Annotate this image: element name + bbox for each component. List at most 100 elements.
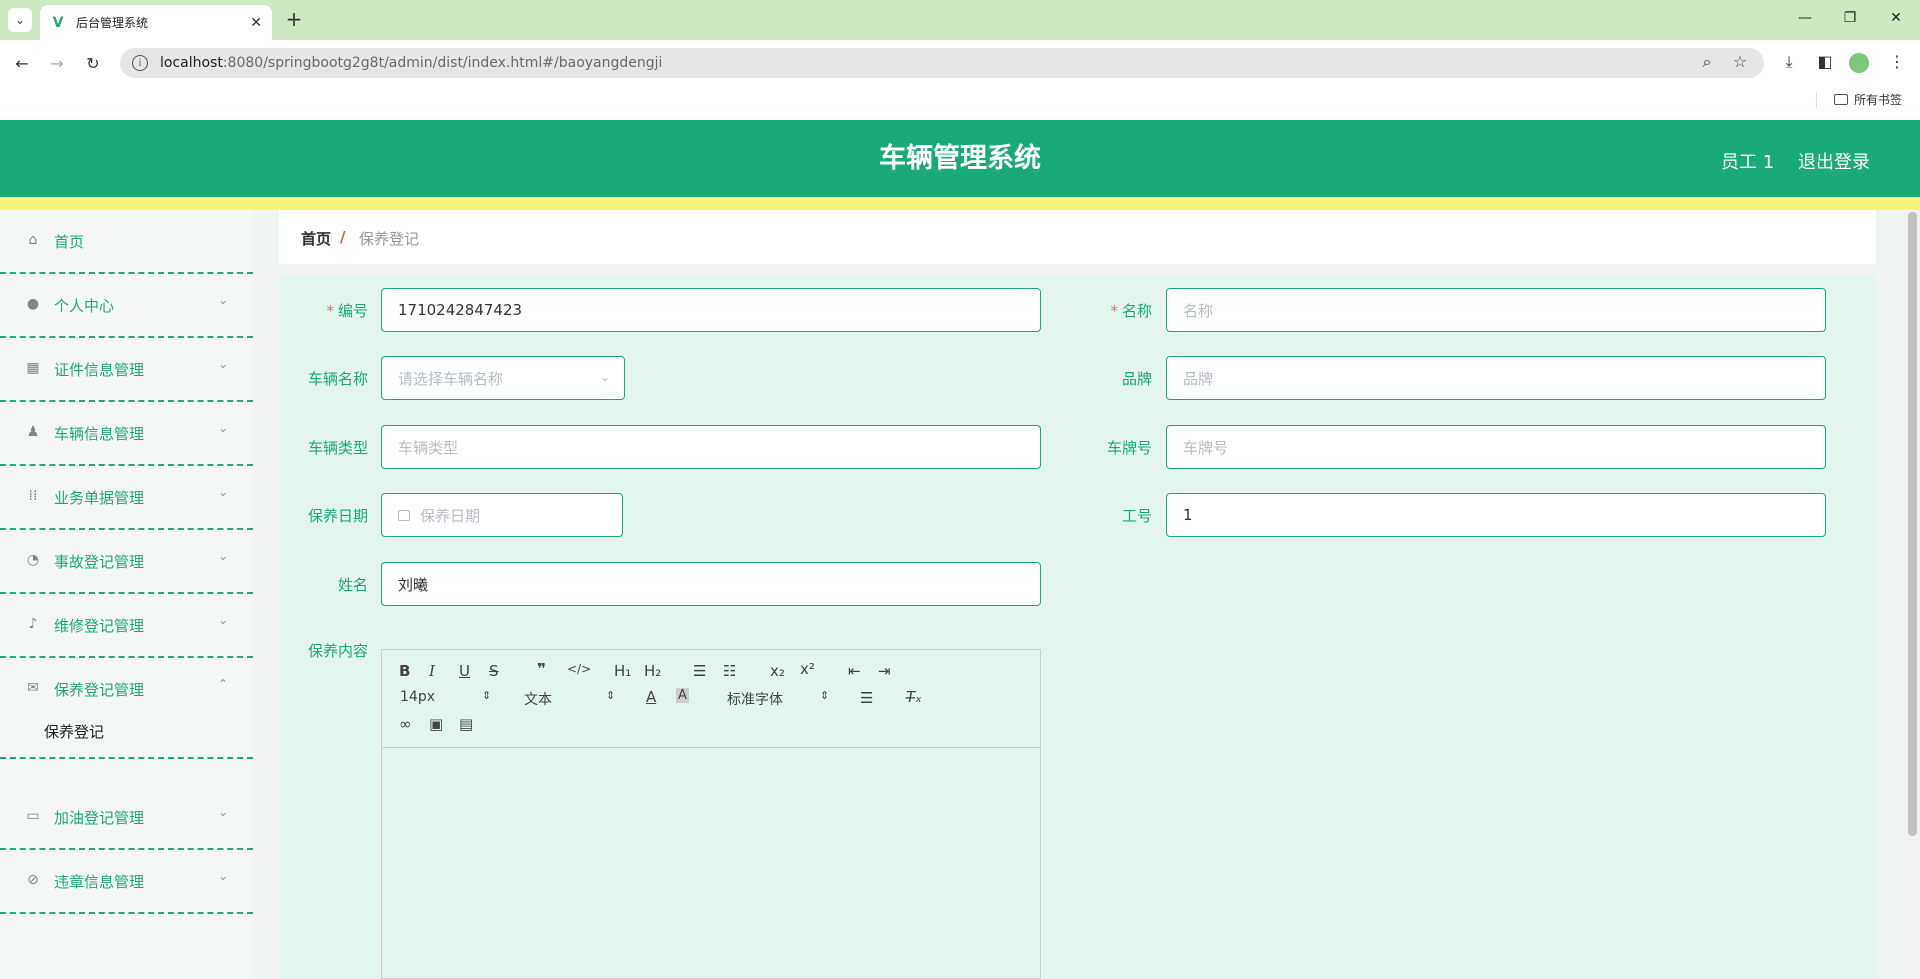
font-family-select[interactable]: 标准字体 xyxy=(727,689,783,709)
outdent-icon[interactable]: ⇤ xyxy=(848,662,861,680)
reload-button[interactable]: ↻ xyxy=(81,52,105,76)
tab-search-button[interactable]: ⌄ xyxy=(8,8,32,32)
chevron-down-icon: ⌄ xyxy=(218,485,229,499)
app-title: 车辆管理系统 xyxy=(879,143,1041,174)
sidebar-item-repairs[interactable]: ♪ 维修登记管理 ⌄ xyxy=(0,594,253,658)
chat-icon: ▭ xyxy=(26,808,40,824)
sidebar-item-maintenance[interactable]: ✉ 保养登记管理 ⌃ xyxy=(0,658,253,722)
close-window-button[interactable]: ✕ xyxy=(1886,10,1906,26)
mic-icon: ♪ xyxy=(28,616,38,632)
restore-button[interactable]: ❐ xyxy=(1840,10,1860,26)
bold-icon[interactable]: B xyxy=(399,662,410,680)
compass-icon: ⊘ xyxy=(27,872,39,888)
sidebar-item-label: 个人中心 xyxy=(54,297,115,315)
vue-logo-icon: V xyxy=(52,14,64,31)
vehicle-name-select[interactable]: 请选择车辆名称 ⌄ xyxy=(381,356,625,400)
select-arrows-icon: ⇕ xyxy=(606,689,616,702)
employee-name-input[interactable]: 刘曦 xyxy=(381,562,1041,606)
clear-format-icon[interactable]: T̶ₓ xyxy=(906,688,922,706)
strike-icon[interactable]: S xyxy=(489,662,499,680)
chevron-down-icon: ⌄ xyxy=(14,13,26,27)
info-icon[interactable]: i xyxy=(132,55,148,71)
star-icon[interactable]: ☆ xyxy=(1729,52,1751,71)
editor-toolbar: B I U S ❞ </> H₁ H₂ ☰ ☷ x₂ x² ⇤ ⇥ 14px ⇕… xyxy=(382,650,1040,748)
address-bar[interactable]: i localhost:8080/springbootg2g8t/admin/d… xyxy=(120,48,1764,78)
bullet-list-icon[interactable]: ☷ xyxy=(723,662,736,680)
logout-button[interactable]: 退出登录 xyxy=(1798,148,1870,174)
sidebar-item-label: 加油登记管理 xyxy=(54,809,145,827)
sidebar-item-home[interactable]: ⌂ 首页 xyxy=(0,210,253,274)
minimize-button[interactable]: — xyxy=(1795,10,1815,26)
forward-button[interactable]: → xyxy=(45,52,69,76)
vehicle-type-input[interactable]: 车辆类型 xyxy=(381,425,1041,469)
ordered-list-icon[interactable]: ☰ xyxy=(693,662,706,680)
image-icon[interactable]: ▣ xyxy=(429,715,443,733)
person-icon: ♟ xyxy=(26,424,40,440)
home-icon: ⌂ xyxy=(28,232,38,248)
name-input[interactable]: 名称 xyxy=(1166,288,1826,332)
underline-icon[interactable]: U xyxy=(459,662,470,680)
chevron-down-icon: ⌄ xyxy=(218,869,229,883)
chevron-down-icon: ⌄ xyxy=(218,421,229,435)
zoom-icon[interactable]: ⌕ xyxy=(1696,52,1718,72)
minimize-icon: — xyxy=(1798,10,1812,26)
heading-select[interactable]: 文本 xyxy=(524,689,552,709)
sidebar-item-accidents[interactable]: ◔ 事故登记管理 ⌄ xyxy=(0,530,253,594)
breadcrumb xyxy=(279,210,1876,264)
brand-label: 品牌 xyxy=(1121,370,1152,388)
current-user: 员工 1 xyxy=(1721,152,1775,173)
indent-icon[interactable]: ⇥ xyxy=(878,662,891,680)
superscript-icon[interactable]: x² xyxy=(800,660,815,678)
rich-text-editor: B I U S ❞ </> H₁ H₂ ☰ ☷ x₂ x² ⇤ ⇥ 14px ⇕… xyxy=(381,649,1041,979)
chevron-down-icon: ⌄ xyxy=(218,357,229,371)
header2-icon[interactable]: H₂ xyxy=(644,662,661,680)
italic-icon[interactable]: I xyxy=(429,662,435,680)
number-input[interactable]: 1710242847423 xyxy=(381,288,1041,332)
select-arrows-icon: ⇕ xyxy=(482,689,492,702)
plate-input[interactable]: 车牌号 xyxy=(1166,425,1826,469)
sidebar-item-certificates[interactable]: ▦ 证件信息管理 ⌄ xyxy=(0,338,253,402)
back-button[interactable]: ← xyxy=(10,52,34,76)
sidebar-item-vehicles[interactable]: ♟ 车辆信息管理 ⌄ xyxy=(0,402,253,466)
font-size-select[interactable]: 14px xyxy=(400,689,435,705)
sidepanel-icon[interactable]: ◧ xyxy=(1814,52,1836,71)
brand-input[interactable]: 品牌 xyxy=(1166,356,1826,400)
text-color-icon[interactable]: A xyxy=(646,688,656,706)
blockquote-icon[interactable]: ❞ xyxy=(537,660,546,678)
code-block-icon[interactable]: </> xyxy=(567,662,591,676)
browser-tab[interactable]: V 后台管理系统 ✕ xyxy=(40,5,272,40)
subscript-icon[interactable]: x₂ xyxy=(770,662,785,680)
page-scrollbar-thumb[interactable] xyxy=(1908,212,1917,836)
employee-id-input[interactable]: 1 xyxy=(1166,493,1826,537)
video-icon[interactable]: ▤ xyxy=(459,715,473,733)
sidebar-item-label: 事故登记管理 xyxy=(54,553,145,571)
maintenance-content-label: 保养内容 xyxy=(307,642,368,660)
sidebar-item-label: 保养登记管理 xyxy=(54,681,145,699)
plate-label: 车牌号 xyxy=(1106,439,1152,457)
profile-avatar[interactable] xyxy=(1849,53,1869,73)
maintenance-date-picker[interactable]: 保养日期 xyxy=(381,493,623,537)
new-tab-button[interactable]: + xyxy=(282,8,306,32)
background-color-icon[interactable]: A xyxy=(676,688,689,703)
more-menu-icon[interactable]: ⋮ xyxy=(1886,52,1908,71)
breadcrumb-home[interactable]: 首页 xyxy=(301,228,331,249)
link-icon[interactable]: ∞ xyxy=(399,715,412,733)
close-icon[interactable]: ✕ xyxy=(250,15,262,31)
submenu-divider xyxy=(0,757,253,759)
all-bookmarks-button[interactable]: 所有书签 xyxy=(1834,91,1902,108)
sidebar-item-label: 首页 xyxy=(54,233,85,251)
chevron-down-icon: ⌄ xyxy=(218,805,229,819)
header1-icon[interactable]: H₁ xyxy=(614,662,631,680)
sidebar-item-documents[interactable]: ⁞⁞ 业务单据管理 ⌄ xyxy=(0,466,253,530)
sidebar-item-label: 业务单据管理 xyxy=(54,489,145,507)
sidebar-item-violations[interactable]: ⊘ 违章信息管理 ⌄ xyxy=(0,850,253,914)
url-path: :8080/springbootg2g8t/admin/dist/index.h… xyxy=(222,55,663,71)
chevron-up-icon: ⌃ xyxy=(218,677,229,691)
select-arrows-icon: ⇕ xyxy=(820,689,830,702)
submenu-item-maintenance-record[interactable]: 保养登记 xyxy=(44,721,104,742)
align-icon[interactable]: ☰ xyxy=(860,689,873,707)
sidebar-item-personal-center[interactable]: ● 个人中心 ⌄ xyxy=(0,274,253,338)
sidebar-item-refueling[interactable]: ▭ 加油登记管理 ⌄ xyxy=(0,786,253,850)
download-icon[interactable]: ⤓ xyxy=(1778,52,1800,72)
editor-content-area[interactable] xyxy=(382,749,1040,978)
